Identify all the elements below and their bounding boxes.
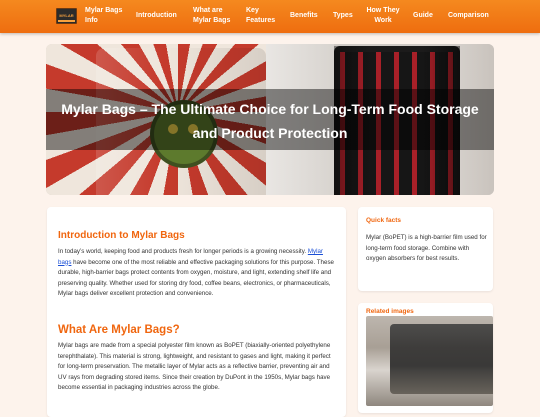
related-image-thumbnail[interactable]: [366, 316, 493, 406]
logo-underline: [58, 20, 75, 22]
logo-text: MYLAR: [59, 13, 74, 18]
article-card: Introduction to Mylar Bags In today’s wo…: [47, 207, 346, 417]
quick-facts-text: Mylar (BoPET) is a high-barrier film use…: [366, 234, 487, 263]
nav-item-introduction[interactable]: Introduction: [136, 11, 177, 21]
nav-item-mylar-bags-info[interactable]: Mylar Bags Info: [85, 6, 127, 26]
nav-item-comparison[interactable]: Comparison: [448, 11, 489, 21]
hero-banner: Mylar Bags – The Ultimate Choice for Lon…: [46, 44, 494, 195]
nav-item-how-they-work[interactable]: How They Work: [363, 6, 403, 26]
related-images-title: Related images: [366, 308, 414, 315]
nav-item-types[interactable]: Types: [333, 11, 353, 21]
what-paragraph: Mylar bags are made from a special polye…: [58, 342, 331, 392]
intro-text-start: In today’s world, keeping food and produ…: [58, 248, 308, 255]
site-logo[interactable]: MYLAR: [56, 8, 77, 24]
intro-paragraph: In today’s world, keeping food and produ…: [58, 247, 338, 300]
what-heading: What Are Mylar Bags?: [58, 324, 180, 336]
nav-item-key-features[interactable]: Key Features: [246, 6, 276, 26]
nav-item-benefits[interactable]: Benefits: [290, 11, 318, 21]
related-images-card: Related images: [358, 303, 493, 413]
related-image-object: [390, 324, 493, 394]
nav-item-guide[interactable]: Guide: [413, 11, 433, 21]
top-nav: MYLAR Mylar Bags Info Introduction What …: [0, 0, 540, 33]
quick-facts-card: Quick facts Mylar (BoPET) is a high-barr…: [358, 207, 493, 291]
hero-title: Mylar Bags – The Ultimate Choice for Lon…: [61, 101, 479, 141]
intro-heading: Introduction to Mylar Bags: [58, 230, 185, 241]
quick-facts-title: Quick facts: [366, 217, 402, 224]
intro-text-end: have become one of the most reliable and…: [58, 258, 334, 298]
nav-item-what-are-mylar-bags[interactable]: What are Mylar Bags: [193, 6, 231, 26]
